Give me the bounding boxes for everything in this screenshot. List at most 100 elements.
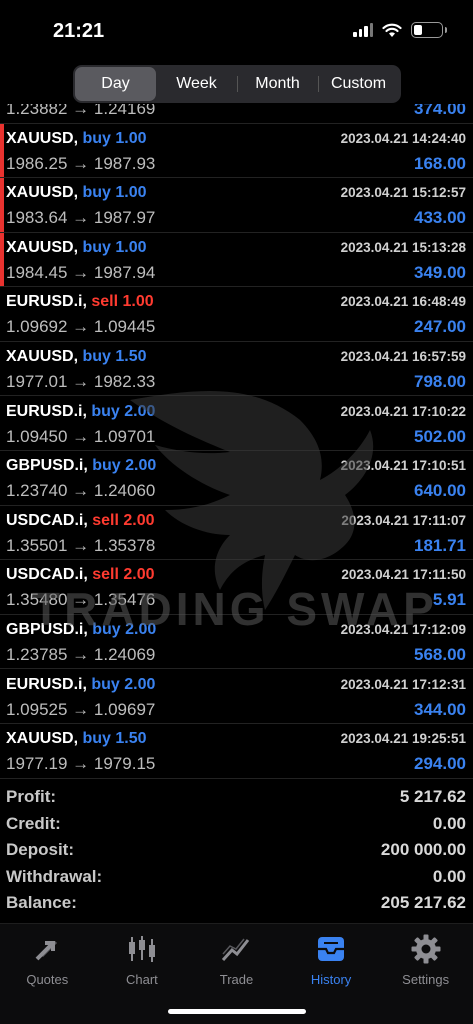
summary-label: Profit: (6, 787, 57, 806)
deal-prices: 1.23882 → 1.24169 (6, 104, 156, 118)
deal-prices: 1977.01 → 1982.33 (6, 371, 156, 391)
summary-value: 200 000.00 (380, 840, 466, 859)
summary-balance: Balance: 205 217.62 (0, 891, 473, 918)
battery-icon (411, 22, 447, 38)
deal-type: buy (82, 129, 111, 147)
deal-type: buy (82, 730, 111, 748)
deal-time: 2023.04.21 16:57:59 (340, 348, 466, 364)
deal-row[interactable]: GBPUSD.i, buy 2.00 2023.04.21 17:10:51 1.2… (0, 451, 473, 506)
deal-prices: 1.23785 → 1.24069 (6, 644, 156, 664)
deal-volume: 2.00 (125, 620, 157, 638)
deal-row[interactable]: XAUUSD, buy 1.00 2023.04.21 15:12:57 1983.… (0, 178, 473, 233)
status-bar: 21:21 (0, 0, 473, 62)
deal-title: XAUUSD, buy 1.00 (6, 184, 147, 202)
deal-profit: 502.00 (414, 426, 466, 446)
summary-profit: Profit: 5 217.62 (0, 785, 473, 812)
deal-symbol: USDCAD.i, (6, 511, 88, 529)
deal-volume: 1.00 (115, 184, 147, 202)
deal-prices: 1984.45 → 1987.94 (6, 262, 156, 282)
deal-symbol: GBPUSD.i, (6, 620, 88, 638)
deal-symbol: USDCAD.i, (6, 566, 88, 584)
deal-symbol: XAUUSD, (6, 730, 79, 748)
deal-volume: 2.00 (125, 457, 157, 475)
summary-credit: Credit: 0.00 (0, 812, 473, 839)
deal-type: sell (92, 511, 119, 529)
summary-label: Credit: (6, 813, 61, 833)
deal-title: USDCAD.i, sell 2.00 (6, 566, 155, 584)
deal-profit: 374.00 (414, 104, 466, 118)
deal-profit: 349.00 (414, 262, 466, 282)
deal-type: buy (91, 402, 120, 420)
deal-type: buy (92, 457, 121, 475)
tab-chart[interactable]: Chart (95, 924, 190, 996)
tab-label: Settings (402, 972, 450, 987)
home-indicator[interactable] (168, 1009, 306, 1014)
deal-title: XAUUSD, buy 1.00 (6, 239, 147, 257)
deal-prices: 1983.64 → 1987.97 (6, 208, 156, 228)
summary-withdrawal: Withdrawal: 0.00 (0, 865, 473, 892)
deal-symbol: EURUSD.i, (6, 402, 87, 420)
tab-label: Chart (125, 972, 158, 987)
summary-value: 0.00 (432, 866, 466, 886)
deal-time: 2023.04.21 17:11:50 (341, 567, 466, 583)
gear-icon (409, 932, 443, 966)
deal-title: EURUSD.i, sell 1.00 (6, 293, 154, 311)
summary-deposit: Deposit: 200 000.00 (0, 838, 473, 865)
deal-symbol: GBPUSD.i, (6, 457, 88, 475)
deal-volume: 2.00 (124, 675, 156, 693)
deals-list[interactable]: 1.23882 → 1.24169 374.00 XAUUSD, buy 1.0… (0, 104, 473, 784)
deal-row[interactable]: XAUUSD, buy 1.50 2023.04.21 16:57:59 1977.… (0, 342, 473, 397)
deal-type: buy (91, 675, 120, 693)
deal-volume: 1.50 (115, 347, 147, 365)
deal-row[interactable]: EURUSD.i, sell 1.00 2023.04.21 16:48:49 1.… (0, 287, 473, 342)
summary-value: 0.00 (432, 813, 466, 833)
deal-prices: 1977.19 → 1979.15 (6, 754, 156, 774)
deal-time: 2023.04.21 16:48:49 (340, 294, 466, 310)
deal-row-partial[interactable]: 1.23882 → 1.24169 374.00 (0, 104, 473, 124)
deal-row[interactable]: GBPUSD.i, buy 2.00 2023.04.21 17:12:09 1.2… (0, 615, 473, 670)
tab-settings[interactable]: Settings (378, 924, 473, 996)
deal-prices: 1.09692 → 1.09445 (6, 317, 156, 337)
deal-volume: 2.00 (123, 511, 155, 529)
deal-row[interactable]: USDCAD.i, sell 2.00 2023.04.21 17:11:07 1.… (0, 506, 473, 561)
deal-time: 2023.04.21 14:24:40 (340, 130, 466, 146)
deal-profit: 247.00 (414, 317, 466, 337)
status-time: 21:21 (53, 20, 105, 42)
deal-symbol: XAUUSD, (6, 238, 79, 256)
quotes-arrows-icon (30, 932, 64, 966)
tab-trade[interactable]: Trade (189, 924, 284, 996)
period-segmented-control: Day Week Month Custom (73, 65, 401, 103)
deal-row[interactable]: EURUSD.i, buy 2.00 2023.04.21 17:10:22 1.0… (0, 397, 473, 452)
trade-line-icon (219, 932, 253, 966)
tab-quotes[interactable]: Quotes (0, 924, 95, 996)
deal-prices: 1.09450 → 1.09701 (6, 426, 156, 446)
deal-volume: 1.00 (115, 129, 147, 147)
tab-day[interactable]: Day (75, 67, 156, 101)
deal-row[interactable]: XAUUSD, buy 1.00 2023.04.21 14:24:40 1986.… (0, 123, 473, 179)
deal-volume: 1.00 (122, 293, 154, 311)
deal-time: 2023.04.21 17:12:09 (340, 621, 466, 637)
deal-prices: 1.35480 → 1.35476 (6, 590, 156, 610)
deal-row[interactable]: USDCAD.i, sell 2.00 2023.04.21 17:11:50 1.… (0, 560, 473, 615)
tab-label: History (310, 972, 352, 987)
deal-type: buy (82, 238, 111, 256)
deal-row[interactable]: XAUUSD, buy 1.00 2023.04.21 15:13:28 1984.… (0, 232, 473, 288)
tab-history[interactable]: History (284, 924, 379, 996)
summary-label: Withdrawal: (6, 866, 103, 886)
tab-custom[interactable]: Custom (318, 67, 399, 101)
deal-prices: 1.09525 → 1.09697 (6, 699, 156, 719)
deal-type: buy (82, 347, 111, 365)
deal-prices: 1.23740 → 1.24060 (6, 481, 156, 501)
tab-week[interactable]: Week (156, 67, 237, 101)
deal-profit: 798.00 (414, 371, 466, 391)
deal-title: GBPUSD.i, buy 2.00 (6, 621, 156, 639)
deal-row[interactable]: EURUSD.i, buy 2.00 2023.04.21 17:12:31 1.0… (0, 670, 473, 725)
deal-volume: 1.50 (115, 730, 147, 748)
deal-row[interactable]: XAUUSD, buy 1.50 2023.04.21 19:25:51 1977.… (0, 724, 473, 779)
tab-month[interactable]: Month (237, 67, 318, 101)
deal-time: 2023.04.21 15:13:28 (340, 239, 466, 255)
deal-symbol: XAUUSD, (6, 184, 79, 202)
tab-label: Quotes (26, 972, 69, 987)
deal-title: EURUSD.i, buy 2.00 (6, 676, 155, 694)
deal-profit: 5.91 (432, 590, 466, 610)
